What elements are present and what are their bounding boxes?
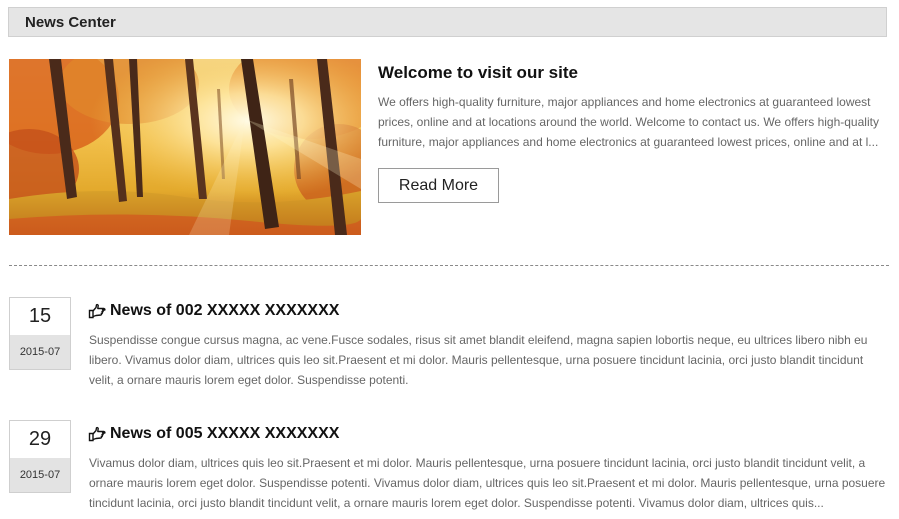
news-item: 15 2015-07 News of 002 XXXXX XXXXXXX Sus… bbox=[9, 297, 889, 397]
date-badge: 29 2015-07 bbox=[9, 420, 71, 493]
date-month: 2015-07 bbox=[10, 458, 70, 492]
pointing-hand-icon bbox=[88, 426, 106, 442]
section-divider bbox=[9, 265, 889, 266]
date-day: 29 bbox=[28, 427, 52, 450]
news-title[interactable]: News of 005 XXXXX XXXXXXX bbox=[110, 425, 339, 443]
featured-title[interactable]: Welcome to visit our site bbox=[378, 63, 578, 83]
date-month: 2015-07 bbox=[10, 335, 70, 369]
news-item: 29 2015-07 News of 005 XXXXX XXXXXXX Viv… bbox=[9, 420, 889, 519]
section-title: News Center bbox=[25, 14, 116, 31]
news-title-row: News of 002 XXXXX XXXXXXX bbox=[88, 300, 339, 322]
news-description: Suspendisse congue cursus magna, ac vene… bbox=[89, 333, 868, 387]
featured-image[interactable] bbox=[9, 59, 361, 235]
featured-description: We offers high-quality furniture, major … bbox=[378, 95, 879, 149]
news-center-page: News Center Welcome to visit our site We… bbox=[0, 0, 899, 519]
news-description: Vivamus dolor diam, ultrices quis leo si… bbox=[89, 456, 886, 510]
date-day: 15 bbox=[28, 304, 52, 327]
pointing-hand-icon bbox=[88, 303, 106, 319]
news-title[interactable]: News of 002 XXXXX XXXXXXX bbox=[110, 302, 339, 320]
date-badge: 15 2015-07 bbox=[9, 297, 71, 370]
news-title-row: News of 005 XXXXX XXXXXXX bbox=[88, 423, 339, 445]
section-header: News Center bbox=[8, 7, 887, 37]
autumn-forest-image bbox=[9, 59, 361, 235]
read-more-button[interactable]: Read More bbox=[378, 168, 499, 203]
